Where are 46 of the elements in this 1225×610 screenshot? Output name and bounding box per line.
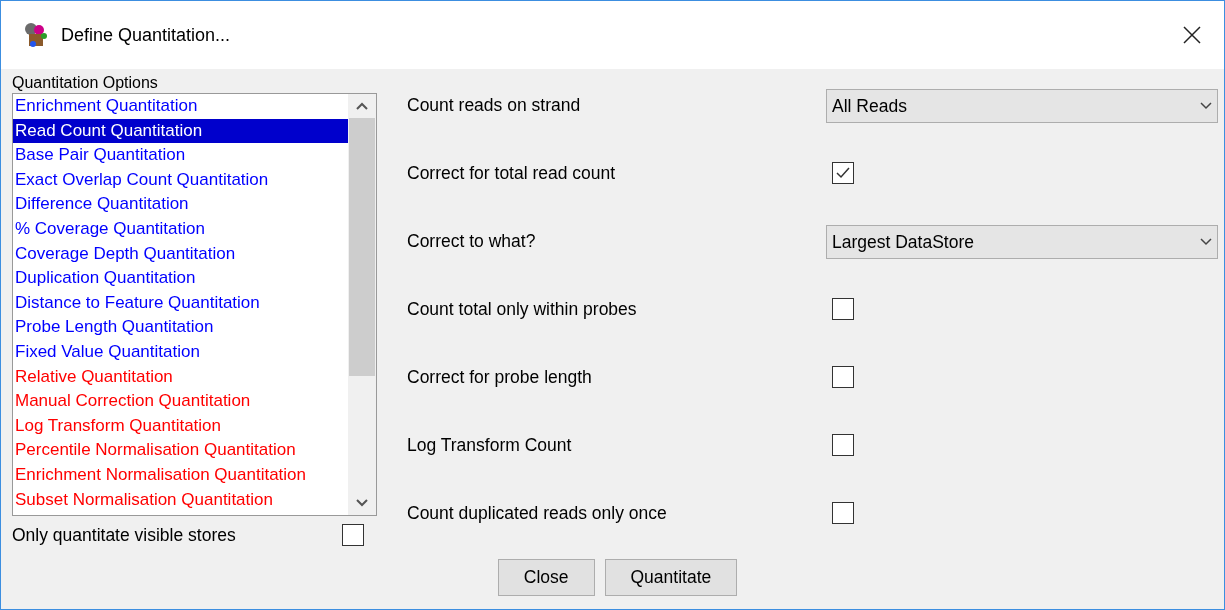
setting-label: Count reads on strand [407, 94, 582, 117]
checkbox[interactable] [832, 434, 854, 456]
setting-label: Correct to what? [407, 230, 537, 253]
list-item[interactable]: % Coverage Quantitation [13, 216, 348, 242]
chevron-down-icon [1200, 102, 1212, 110]
dropdown[interactable]: Largest DataStore [826, 225, 1218, 259]
scroll-down-icon[interactable] [356, 499, 368, 507]
scrollbar[interactable] [348, 94, 376, 515]
checkbox[interactable] [832, 298, 854, 320]
list-item[interactable]: Enrichment Normalisation Quantitation [13, 462, 348, 488]
chevron-down-icon [1200, 238, 1212, 246]
list-item[interactable]: Manual Correction Quantitation [13, 389, 348, 414]
setting-label: Correct for total read count [407, 162, 617, 185]
list-item[interactable]: Difference Quantitation [13, 192, 348, 217]
dialog-button[interactable]: Close [497, 559, 595, 596]
list-item[interactable]: Read Count Quantitation [13, 118, 348, 144]
list-item[interactable]: Distance to Feature Quantitation [13, 290, 348, 316]
checkbox[interactable] [832, 366, 854, 388]
setting-label: Count duplicated reads only once [407, 502, 668, 525]
list-item[interactable]: Base Pair Quantitation [13, 143, 348, 168]
list-item[interactable]: Fixed Value Quantitation [13, 339, 348, 365]
window-title: Define Quantitation... [61, 23, 231, 47]
checkbox[interactable] [342, 524, 364, 547]
list-item[interactable]: Log Transform Quantitation [13, 413, 348, 439]
setting-label: Count total only within probes [407, 298, 638, 321]
list-item[interactable]: Exact Overlap Count Quantitation [13, 167, 348, 193]
list-item[interactable]: Percentile Normalisation Quantitation [13, 438, 348, 463]
checkbox-label: Only quantitate visible stores [12, 524, 237, 547]
list-item[interactable]: Duplication Quantitation [13, 266, 348, 291]
list-item[interactable]: Subset Normalisation Quantitation [13, 487, 348, 513]
dialog-button[interactable]: Quantitate [604, 559, 738, 596]
close-icon[interactable] [1182, 25, 1202, 45]
scroll-up-icon[interactable] [356, 102, 368, 110]
list-item[interactable]: Probe Length Quantitation [13, 315, 348, 340]
checkbox[interactable] [832, 502, 854, 524]
dropdown[interactable]: All Reads [826, 89, 1218, 123]
setting-label: Correct for probe length [407, 366, 593, 389]
list-item[interactable]: Relative Quantitation [13, 364, 348, 390]
setting-label: Log Transform Count [407, 434, 573, 457]
checkmark-icon [836, 167, 850, 179]
list-label: Quantitation Options [12, 73, 159, 93]
checkbox[interactable] [832, 162, 854, 184]
list-item[interactable]: Enrichment Quantitation [13, 94, 348, 119]
scroll-thumb[interactable] [349, 118, 375, 376]
app-logo-icon [23, 22, 49, 48]
list-item[interactable]: Coverage Depth Quantitation [13, 241, 348, 267]
